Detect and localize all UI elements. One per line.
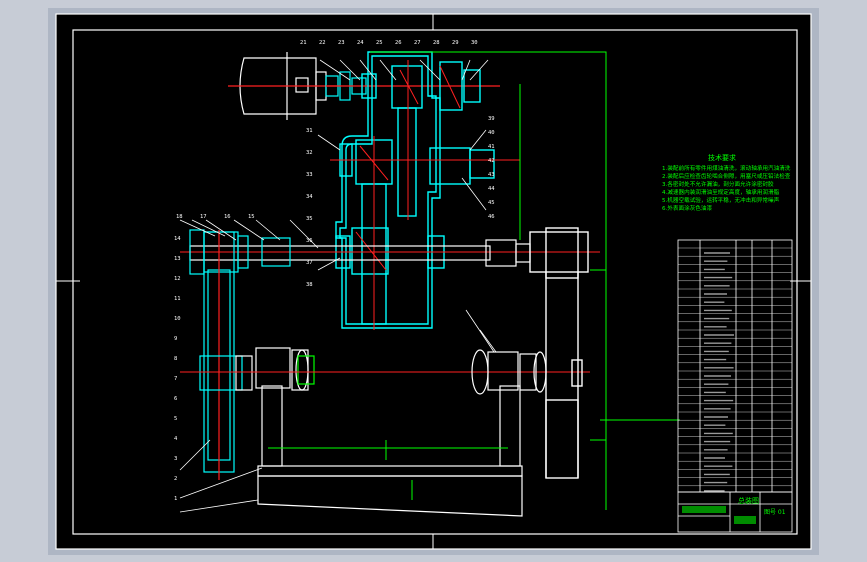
balloon-right-45: 45 xyxy=(488,200,495,206)
balloon-center-37: 37 xyxy=(306,260,313,266)
balloon-center-33: 33 xyxy=(306,172,313,178)
balloon-left-upper-18: 18 xyxy=(176,214,183,220)
title-block-green-stamp xyxy=(734,516,756,524)
balloon-right-43: 43 xyxy=(488,172,495,178)
balloon-top-25: 25 xyxy=(376,40,383,46)
balloon-left-14: 14 xyxy=(174,236,181,242)
balloon-left-upper-15: 15 xyxy=(248,214,255,220)
balloon-left-13: 13 xyxy=(174,256,181,262)
note-line-6: 6.外表面涂灰色油漆 xyxy=(662,204,712,212)
balloon-top-29: 29 xyxy=(452,40,459,46)
balloon-center-31: 31 xyxy=(306,128,313,134)
balloon-top-22: 22 xyxy=(319,40,326,46)
balloon-left-6: 6 xyxy=(174,396,177,402)
note-line-4: 4.减速器内装润滑油至规定高度，轴承用润滑脂 xyxy=(662,188,780,196)
balloon-top-28: 28 xyxy=(433,40,440,46)
balloon-left-8: 8 xyxy=(174,356,177,362)
balloon-right-46: 46 xyxy=(488,214,495,220)
notes-title: 技术要求 xyxy=(708,153,736,162)
note-line-1: 1.装配前所有零件用煤油清洗，滚动轴承用汽油清洗 xyxy=(662,164,791,172)
balloon-left-upper-17: 17 xyxy=(200,214,207,220)
balloon-top-30: 30 xyxy=(471,40,478,46)
balloon-top-26: 26 xyxy=(395,40,402,46)
balloon-top-23: 23 xyxy=(338,40,345,46)
balloon-left-10: 10 xyxy=(174,316,181,322)
balloon-center-36: 36 xyxy=(306,238,313,244)
balloon-left-11: 11 xyxy=(174,296,181,302)
title-block-green-bar xyxy=(682,506,726,513)
note-line-5: 5.机器空载试验，运转平稳，无冲击和异常噪声 xyxy=(662,196,780,204)
title-block-label: 总装图 xyxy=(738,496,759,505)
balloon-right-41: 41 xyxy=(488,144,495,150)
balloon-left-1: 1 xyxy=(174,496,177,502)
balloon-left-7: 7 xyxy=(174,376,177,382)
balloon-left-5: 5 xyxy=(174,416,177,422)
title-block-drawing-no: 图号 01 xyxy=(764,509,786,516)
balloon-left-12: 12 xyxy=(174,276,181,282)
balloon-left-9: 9 xyxy=(174,336,177,342)
balloon-top-21: 21 xyxy=(300,40,307,46)
balloon-left-2: 2 xyxy=(174,476,177,482)
balloon-top-24: 24 xyxy=(357,40,364,46)
note-line-2: 2.装配后应检查齿轮啮合侧隙，用塞尺或压铅法检查 xyxy=(662,172,791,180)
balloon-center-32: 32 xyxy=(306,150,313,156)
balloon-top-27: 27 xyxy=(414,40,421,46)
balloon-right-40: 40 xyxy=(488,130,495,136)
balloon-right-39: 39 xyxy=(488,116,495,122)
balloon-right-44: 44 xyxy=(488,186,495,192)
balloon-left-3: 3 xyxy=(174,456,177,462)
balloon-right-42: 42 xyxy=(488,158,495,164)
balloon-center-38: 38 xyxy=(306,282,313,288)
balloon-left-upper-16: 16 xyxy=(224,214,231,220)
note-line-3: 3.各密封处不允许漏油，剖分面允许涂密封胶 xyxy=(662,180,774,188)
drawing-sheet[interactable] xyxy=(56,14,811,549)
cad-drawing-canvas: 技术要求 1.装配前所有零件用煤油清洗，滚动轴承用汽油清洗 2.装配后应检查齿轮… xyxy=(48,8,819,555)
balloon-center-34: 34 xyxy=(306,194,313,200)
balloon-center-35: 35 xyxy=(306,216,313,222)
